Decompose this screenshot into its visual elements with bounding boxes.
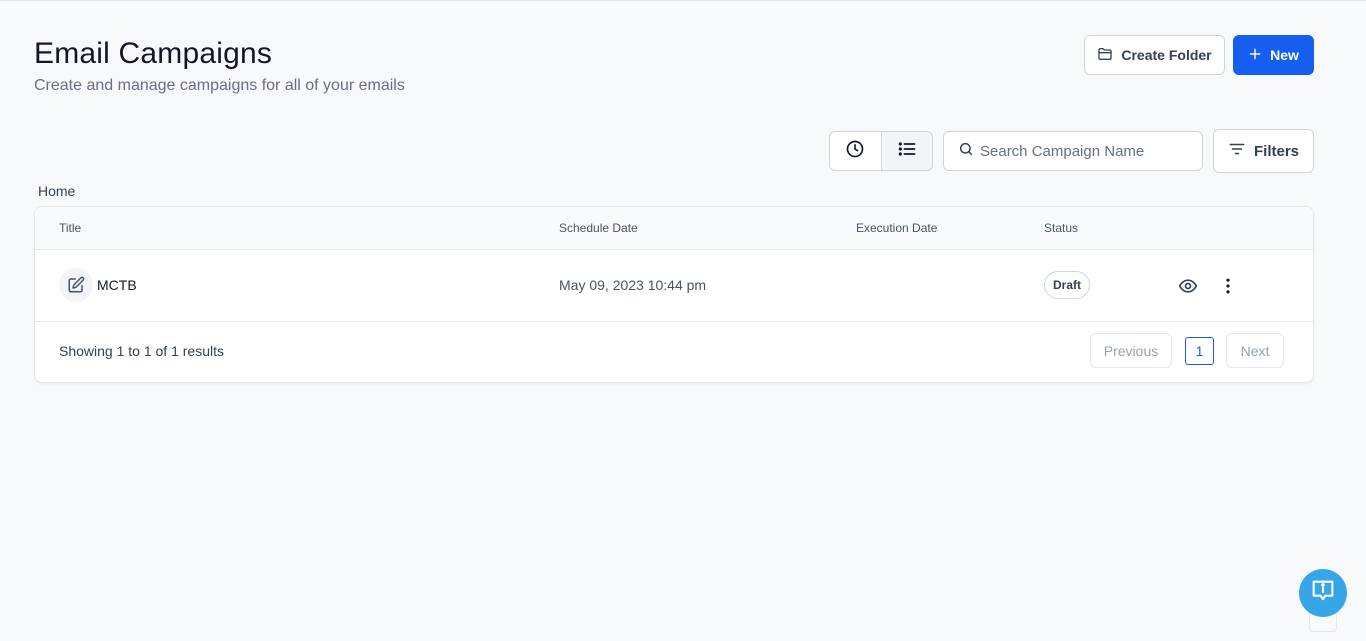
previous-page-button[interactable]: Previous <box>1090 333 1172 368</box>
create-folder-label: Create Folder <box>1121 47 1212 63</box>
table-footer: Showing 1 to 1 of 1 results Previous 1 N… <box>35 322 1313 382</box>
help-chat-button[interactable] <box>1299 569 1347 617</box>
page-number-button[interactable]: 1 <box>1185 337 1214 365</box>
new-label: New <box>1270 47 1299 63</box>
edit-icon[interactable] <box>59 268 93 302</box>
info-chat-icon <box>1309 577 1337 610</box>
table-header: Title Schedule Date Execution Date Statu… <box>35 207 1313 250</box>
more-vertical-icon <box>1218 278 1238 300</box>
row-actions-button[interactable] <box>1218 276 1238 301</box>
folder-icon <box>1097 46 1113 65</box>
column-header-status: Status <box>1044 221 1079 235</box>
campaign-title[interactable]: MCTB <box>97 277 137 293</box>
next-page-button[interactable]: Next <box>1226 333 1284 368</box>
search-box <box>943 131 1203 171</box>
title-cell: MCTB <box>59 268 137 302</box>
status-cell: Draft <box>1044 271 1091 299</box>
page-title: Email Campaigns <box>34 37 273 70</box>
list-view-button[interactable] <box>880 132 932 170</box>
clock-icon <box>845 139 865 164</box>
page-header: Email Campaigns Create and manage campai… <box>34 35 405 95</box>
breadcrumb: Home <box>38 183 75 199</box>
preview-button[interactable] <box>1178 276 1198 301</box>
filters-button[interactable]: Filters <box>1213 129 1314 173</box>
column-header-title: Title <box>59 221 82 235</box>
list-icon <box>897 139 917 164</box>
plus-icon <box>1248 47 1262 64</box>
breadcrumb-home[interactable]: Home <box>38 183 75 199</box>
eye-icon <box>1178 279 1198 300</box>
column-header-execution-date: Execution Date <box>856 221 938 235</box>
filter-icon <box>1228 140 1246 162</box>
new-campaign-button[interactable]: New <box>1233 35 1314 75</box>
search-input[interactable] <box>980 142 1190 160</box>
status-badge: Draft <box>1044 271 1091 299</box>
search-icon <box>958 141 974 162</box>
schedule-date-cell: May 09, 2023 10:44 pm <box>559 277 707 293</box>
timeline-view-button[interactable] <box>830 132 881 170</box>
column-header-schedule-date: Schedule Date <box>559 221 638 235</box>
filters-label: Filters <box>1253 142 1299 160</box>
view-toggle <box>829 131 933 171</box>
results-summary: Showing 1 to 1 of 1 results <box>59 343 224 359</box>
campaigns-table: Title Schedule Date Execution Date Statu… <box>34 206 1314 383</box>
table-row[interactable]: MCTB May 09, 2023 10:44 pm Draft <box>35 250 1313 322</box>
page-subtitle: Create and manage campaigns for all of y… <box>34 77 405 94</box>
create-folder-button[interactable]: Create Folder <box>1084 35 1225 75</box>
